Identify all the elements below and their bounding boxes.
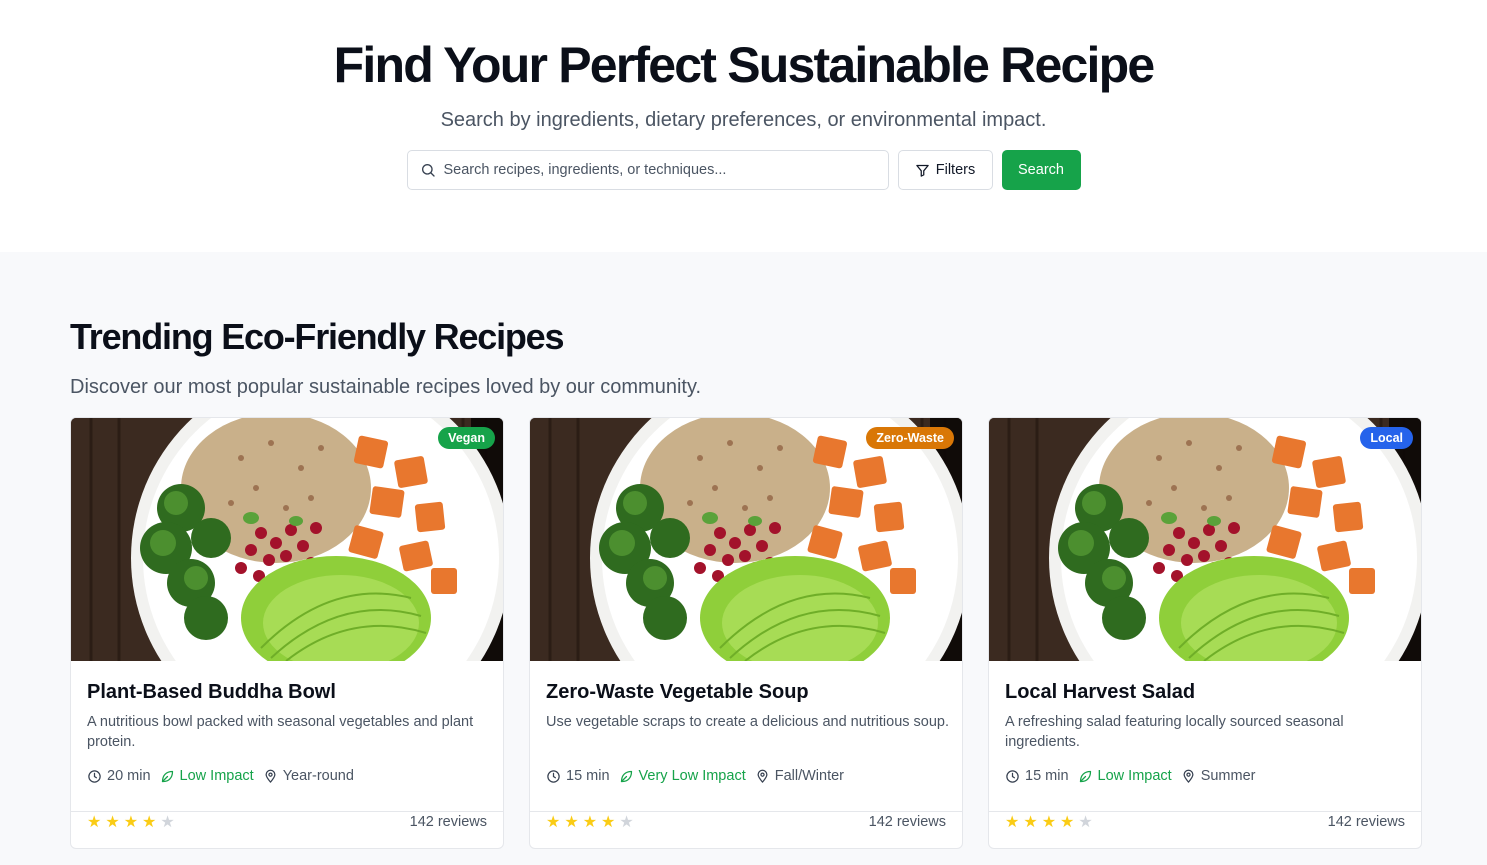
filters-label: Filters <box>935 162 976 178</box>
recipe-title[interactable]: Zero-Waste Vegetable Soup <box>546 680 809 704</box>
star-filled-icon: ★ <box>105 814 120 831</box>
recipe-meta: 15 min Low Impact Summer <box>1005 768 1264 784</box>
hero-section: Find Your Perfect Sustainable Recipe Sea… <box>0 0 1487 252</box>
season-text: Year-round <box>282 768 354 784</box>
page-title: Find Your Perfect Sustainable Recipe <box>333 37 1156 93</box>
leaf-icon <box>1079 770 1091 782</box>
recipe-meta: 20 min Low Impact Year-round <box>87 768 363 784</box>
star-filled-icon: ★ <box>1060 814 1075 831</box>
star-filled-icon: ★ <box>564 814 579 831</box>
prep-time: 15 min <box>1005 768 1069 784</box>
impact-rating: Very Low Impact <box>619 768 746 784</box>
search-field[interactable] <box>406 150 889 190</box>
star-empty-icon: ★ <box>1078 814 1093 831</box>
star-filled-icon: ★ <box>546 814 561 831</box>
recipe-meta: 15 min Very Low Impact Fall/Winter <box>546 768 853 784</box>
prep-time-text: 15 min <box>566 768 610 784</box>
search-input[interactable] <box>443 162 864 178</box>
star-filled-icon: ★ <box>87 814 102 831</box>
buddha-bowl-image <box>71 418 503 661</box>
recipe-description: Use vegetable scraps to create a delicio… <box>546 714 950 730</box>
category-badge: Zero-Waste <box>866 427 954 449</box>
map-pin-icon <box>265 769 276 783</box>
search-button[interactable]: Search <box>1001 150 1081 190</box>
star-filled-icon: ★ <box>1041 814 1057 831</box>
recipe-title[interactable]: Local Harvest Salad <box>1005 680 1195 704</box>
star-filled-icon: ★ <box>1023 814 1038 831</box>
buddha-bowl-image <box>530 418 962 661</box>
star-filled-icon: ★ <box>1005 814 1020 831</box>
season: Year-round <box>263 768 354 784</box>
recipe-card[interactable]: Zero-Waste Zero-Waste Vegetable Soup Use… <box>529 417 963 849</box>
season-text: Fall/Winter <box>774 768 845 784</box>
impact-text: Low Impact <box>1097 768 1172 784</box>
prep-time-text: 20 min <box>107 768 151 784</box>
star-filled-icon: ★ <box>582 814 598 831</box>
star-rating: ★ ★ ★ ★ ★ <box>87 815 175 831</box>
leaf-icon <box>161 770 173 782</box>
map-pin-icon <box>1183 769 1194 783</box>
star-empty-icon: ★ <box>160 814 175 831</box>
trending-section: Trending Eco-Friendly Recipes Discover o… <box>0 252 1487 865</box>
prep-time-text: 15 min <box>1025 768 1069 784</box>
filter-icon <box>916 164 929 177</box>
card-footer: ★ ★ ★ ★ ★ 142 reviews <box>530 811 962 848</box>
recipe-image[interactable]: Local <box>989 418 1421 661</box>
search-icon <box>421 164 435 177</box>
clock-icon <box>1006 769 1019 783</box>
recipe-title[interactable]: Plant-Based Buddha Bowl <box>87 680 336 704</box>
leaf-icon <box>620 770 632 782</box>
impact-text: Low Impact <box>179 768 254 784</box>
review-count[interactable]: 142 reviews <box>1328 814 1405 830</box>
search-bar: Filters Search <box>0 150 1487 190</box>
impact-rating: Low Impact <box>1078 768 1172 784</box>
clock-icon <box>88 769 101 783</box>
page-subtitle: Search by ingredients, dietary preferenc… <box>440 109 1047 131</box>
category-badge: Vegan <box>438 427 495 449</box>
star-empty-icon: ★ <box>619 814 634 831</box>
map-pin-icon <box>757 769 768 783</box>
recipe-card[interactable]: Vegan Plant-Based Buddha Bowl A nutritio… <box>70 417 504 849</box>
prep-time: 20 min <box>87 768 151 784</box>
star-rating: ★ ★ ★ ★ ★ <box>1005 815 1093 831</box>
recipe-image[interactable]: Vegan <box>71 418 503 661</box>
prep-time: 15 min <box>546 768 610 784</box>
review-count[interactable]: 142 reviews <box>410 814 487 830</box>
buddha-bowl-image <box>989 418 1421 661</box>
recipe-card[interactable]: Local Local Harvest Salad A refreshing s… <box>988 417 1422 849</box>
recipe-description: A nutritious bowl packed with seasonal v… <box>87 714 474 750</box>
card-footer: ★ ★ ★ ★ ★ 142 reviews <box>71 811 503 848</box>
category-badge: Local <box>1360 427 1413 449</box>
season: Summer <box>1181 768 1256 784</box>
impact-text: Very Low Impact <box>638 768 746 784</box>
section-subtitle: Discover our most popular sustainable re… <box>70 376 702 398</box>
star-filled-icon: ★ <box>123 814 139 831</box>
card-footer: ★ ★ ★ ★ ★ 142 reviews <box>989 811 1421 848</box>
star-rating: ★ ★ ★ ★ ★ <box>546 815 634 831</box>
review-count[interactable]: 142 reviews <box>869 814 946 830</box>
season-text: Summer <box>1200 768 1256 784</box>
recipe-description: A refreshing salad featuring locally sou… <box>1005 714 1344 750</box>
section-title: Trending Eco-Friendly Recipes <box>70 316 565 357</box>
impact-rating: Low Impact <box>160 768 254 784</box>
season: Fall/Winter <box>755 768 844 784</box>
clock-icon <box>547 769 560 783</box>
star-filled-icon: ★ <box>601 814 616 831</box>
star-filled-icon: ★ <box>142 814 157 831</box>
recipe-image[interactable]: Zero-Waste <box>530 418 962 661</box>
filters-button[interactable]: Filters <box>897 150 993 190</box>
